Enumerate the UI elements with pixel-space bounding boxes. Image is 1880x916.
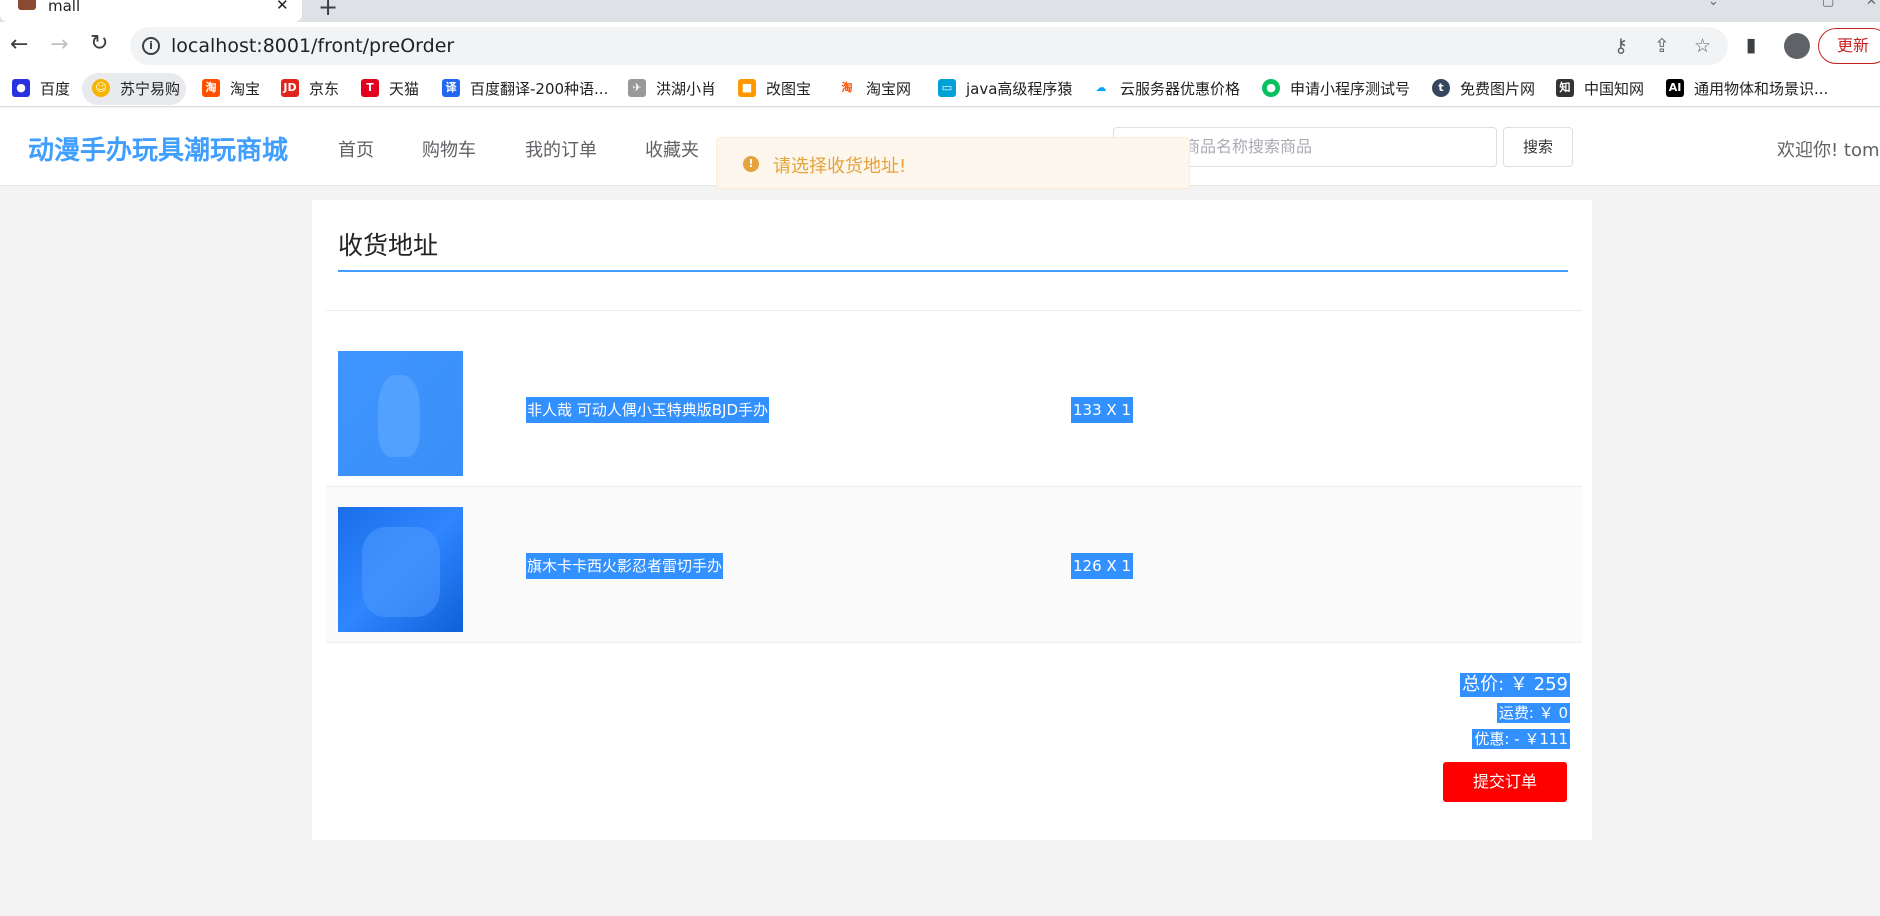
- bilibili-icon: ▭: [938, 79, 956, 97]
- tmall-icon: T: [361, 79, 379, 97]
- bookmark-label: 淘宝网: [866, 79, 912, 98]
- site-info-icon[interactable]: i: [142, 37, 160, 55]
- url-text[interactable]: localhost:8001/front/preOrder: [171, 35, 454, 57]
- bookmark-item[interactable]: 知中国知网: [1556, 71, 1644, 105]
- bookmark-label: 改图宝: [766, 79, 812, 98]
- gaitubao-icon: ■: [738, 79, 756, 97]
- bookmark-label: 百度: [40, 79, 71, 98]
- new-tab-icon[interactable]: +: [318, 0, 338, 21]
- bookmark-item[interactable]: T 天猫: [361, 71, 419, 105]
- bookmark-label: 京东: [309, 79, 340, 98]
- side-panel-icon[interactable]: ▮: [1746, 34, 1756, 56]
- figure-silhouette: [362, 527, 440, 617]
- translate-icon: 译: [442, 79, 460, 97]
- order-item-row: 旗木卡卡西火影忍者雷切手办 126 X 1: [326, 487, 1582, 643]
- search-button[interactable]: 搜索: [1503, 127, 1573, 167]
- bookmark-label: 申请小程序测试号: [1290, 79, 1411, 98]
- product-name: 非人哉 可动人偶小玉特典版BJD手办: [526, 397, 770, 423]
- nav-favorites[interactable]: 收藏夹: [645, 136, 699, 162]
- address-section-title: 收货地址: [338, 231, 439, 260]
- bookmark-item[interactable]: t 免费图片网: [1432, 71, 1535, 105]
- bookmark-label: 淘宝: [230, 79, 261, 98]
- product-name: 旗木卡卡西火影忍者雷切手办: [526, 553, 724, 579]
- forward-icon[interactable]: →: [50, 32, 68, 57]
- cloud-icon: ☁: [1092, 79, 1110, 97]
- profile-avatar-icon[interactable]: [1784, 33, 1810, 59]
- bookmark-label: 云服务器优惠价格: [1120, 79, 1241, 98]
- bookmark-item[interactable]: AI 通用物体和场景识...: [1666, 71, 1828, 105]
- bookmark-item[interactable]: 淘淘宝网: [838, 71, 911, 105]
- bookmark-label: 天猫: [389, 79, 420, 98]
- bookmark-item[interactable]: 淘淘宝: [202, 71, 260, 105]
- bookmarks-bar: ● 百度 ☺ 苏宁易购 淘淘宝 JD 京东 T 天猫 译百度翻译-200种语... ✈ 洪…: [0, 71, 1880, 107]
- url-host: localhost: [171, 35, 257, 57]
- close-window-icon[interactable]: ✕: [1866, 0, 1877, 9]
- tumblr-icon: t: [1432, 79, 1450, 97]
- key-icon[interactable]: ⚷: [1614, 35, 1628, 57]
- toast-message: 请选择收货地址!: [773, 156, 907, 177]
- baidu-paw-icon: ●: [12, 79, 30, 97]
- bookmark-label: java高级程序猿: [966, 79, 1073, 98]
- tab-title: mall: [48, 0, 81, 15]
- url-path: :8001/front/preOrder: [256, 35, 455, 57]
- address-bar[interactable]: i localhost:8001/front/preOrder ⚷ ⇪ ☆: [130, 27, 1728, 65]
- cnki-icon: 知: [1556, 79, 1574, 97]
- submit-order-button[interactable]: 提交订单: [1443, 762, 1567, 802]
- back-icon[interactable]: ←: [10, 32, 28, 57]
- tab-favicon-icon: [18, 0, 36, 10]
- browser-tabstrip: mall ✕ + ⌄ ▢ ✕: [0, 0, 1880, 22]
- address-divider: [326, 310, 1582, 311]
- share-icon[interactable]: ⇪: [1654, 35, 1670, 57]
- shipping-fee: 运费: ￥ 0: [1496, 703, 1570, 723]
- figure-silhouette: [378, 375, 420, 457]
- order-total: 总价: ￥ 259: [1460, 673, 1570, 697]
- bookmark-label: 通用物体和场景识...: [1694, 79, 1829, 98]
- product-price-qty: 126 X 1: [1071, 553, 1133, 579]
- order-card: 收货地址 非人哉 可动人偶小玉特典版BJD手办 133 X 1 旗木卡卡西火影忍…: [312, 200, 1592, 840]
- bookmark-item[interactable]: ✈ 洪湖小肖: [628, 71, 716, 105]
- product-image[interactable]: [338, 351, 463, 476]
- browser-toolbar: ← → ↻ i localhost:8001/front/preOrder ⚷ …: [0, 22, 1880, 71]
- suning-icon: ☺: [92, 79, 110, 97]
- welcome-text: 欢迎你! tom: [1777, 140, 1880, 161]
- restore-window-icon[interactable]: ▢: [1822, 0, 1834, 9]
- reload-icon[interactable]: ↻: [90, 31, 108, 56]
- bookmark-item[interactable]: ● 申请小程序测试号: [1262, 71, 1410, 105]
- wechat-icon: ●: [1262, 79, 1280, 97]
- bookmark-label: 百度翻译-200种语...: [470, 79, 609, 98]
- taobao-icon: 淘: [202, 79, 220, 97]
- nav-my-orders[interactable]: 我的订单: [525, 136, 597, 162]
- ai-icon: AI: [1666, 79, 1684, 97]
- bookmark-label: 免费图片网: [1460, 79, 1536, 98]
- bookmark-item[interactable]: ☺ 苏宁易购: [92, 71, 180, 105]
- nav-home[interactable]: 首页: [338, 136, 374, 162]
- taobao-net-icon: 淘: [838, 79, 856, 97]
- discount-amount: 优惠: - ￥111: [1472, 729, 1570, 749]
- close-icon[interactable]: ✕: [276, 0, 289, 14]
- bookmark-item[interactable]: JD 京东: [281, 71, 339, 105]
- jd-icon: JD: [281, 79, 299, 97]
- product-price-qty: 133 X 1: [1071, 397, 1133, 423]
- order-item-row: 非人哉 可动人偶小玉特典版BJD手办 133 X 1: [326, 331, 1582, 487]
- bookmark-item[interactable]: ● 百度: [12, 71, 70, 105]
- site-logo[interactable]: 动漫手办玩具潮玩商城: [28, 130, 288, 167]
- warning-toast: ! 请选择收货地址!: [716, 137, 1190, 189]
- bookmark-item[interactable]: ☁ 云服务器优惠价格: [1092, 71, 1240, 105]
- warning-icon: !: [743, 156, 759, 172]
- star-icon[interactable]: ☆: [1694, 35, 1711, 57]
- bookmark-label: 洪湖小肖: [656, 79, 717, 98]
- bookmark-label: 苏宁易购: [120, 79, 181, 98]
- nav-cart[interactable]: 购物车: [422, 136, 476, 162]
- chevron-down-icon[interactable]: ⌄: [1708, 0, 1719, 9]
- bird-icon: ✈: [628, 79, 646, 97]
- bookmark-item[interactable]: ▭ java高级程序猿: [938, 71, 1072, 105]
- title-underline: [338, 270, 1568, 272]
- bookmark-item[interactable]: ■ 改图宝: [738, 71, 811, 105]
- update-button[interactable]: 更新: [1818, 28, 1880, 64]
- bookmark-item[interactable]: 译百度翻译-200种语...: [442, 71, 608, 105]
- browser-tab[interactable]: mall ✕: [0, 0, 302, 22]
- bookmark-label: 中国知网: [1584, 79, 1645, 98]
- product-image[interactable]: [338, 507, 463, 632]
